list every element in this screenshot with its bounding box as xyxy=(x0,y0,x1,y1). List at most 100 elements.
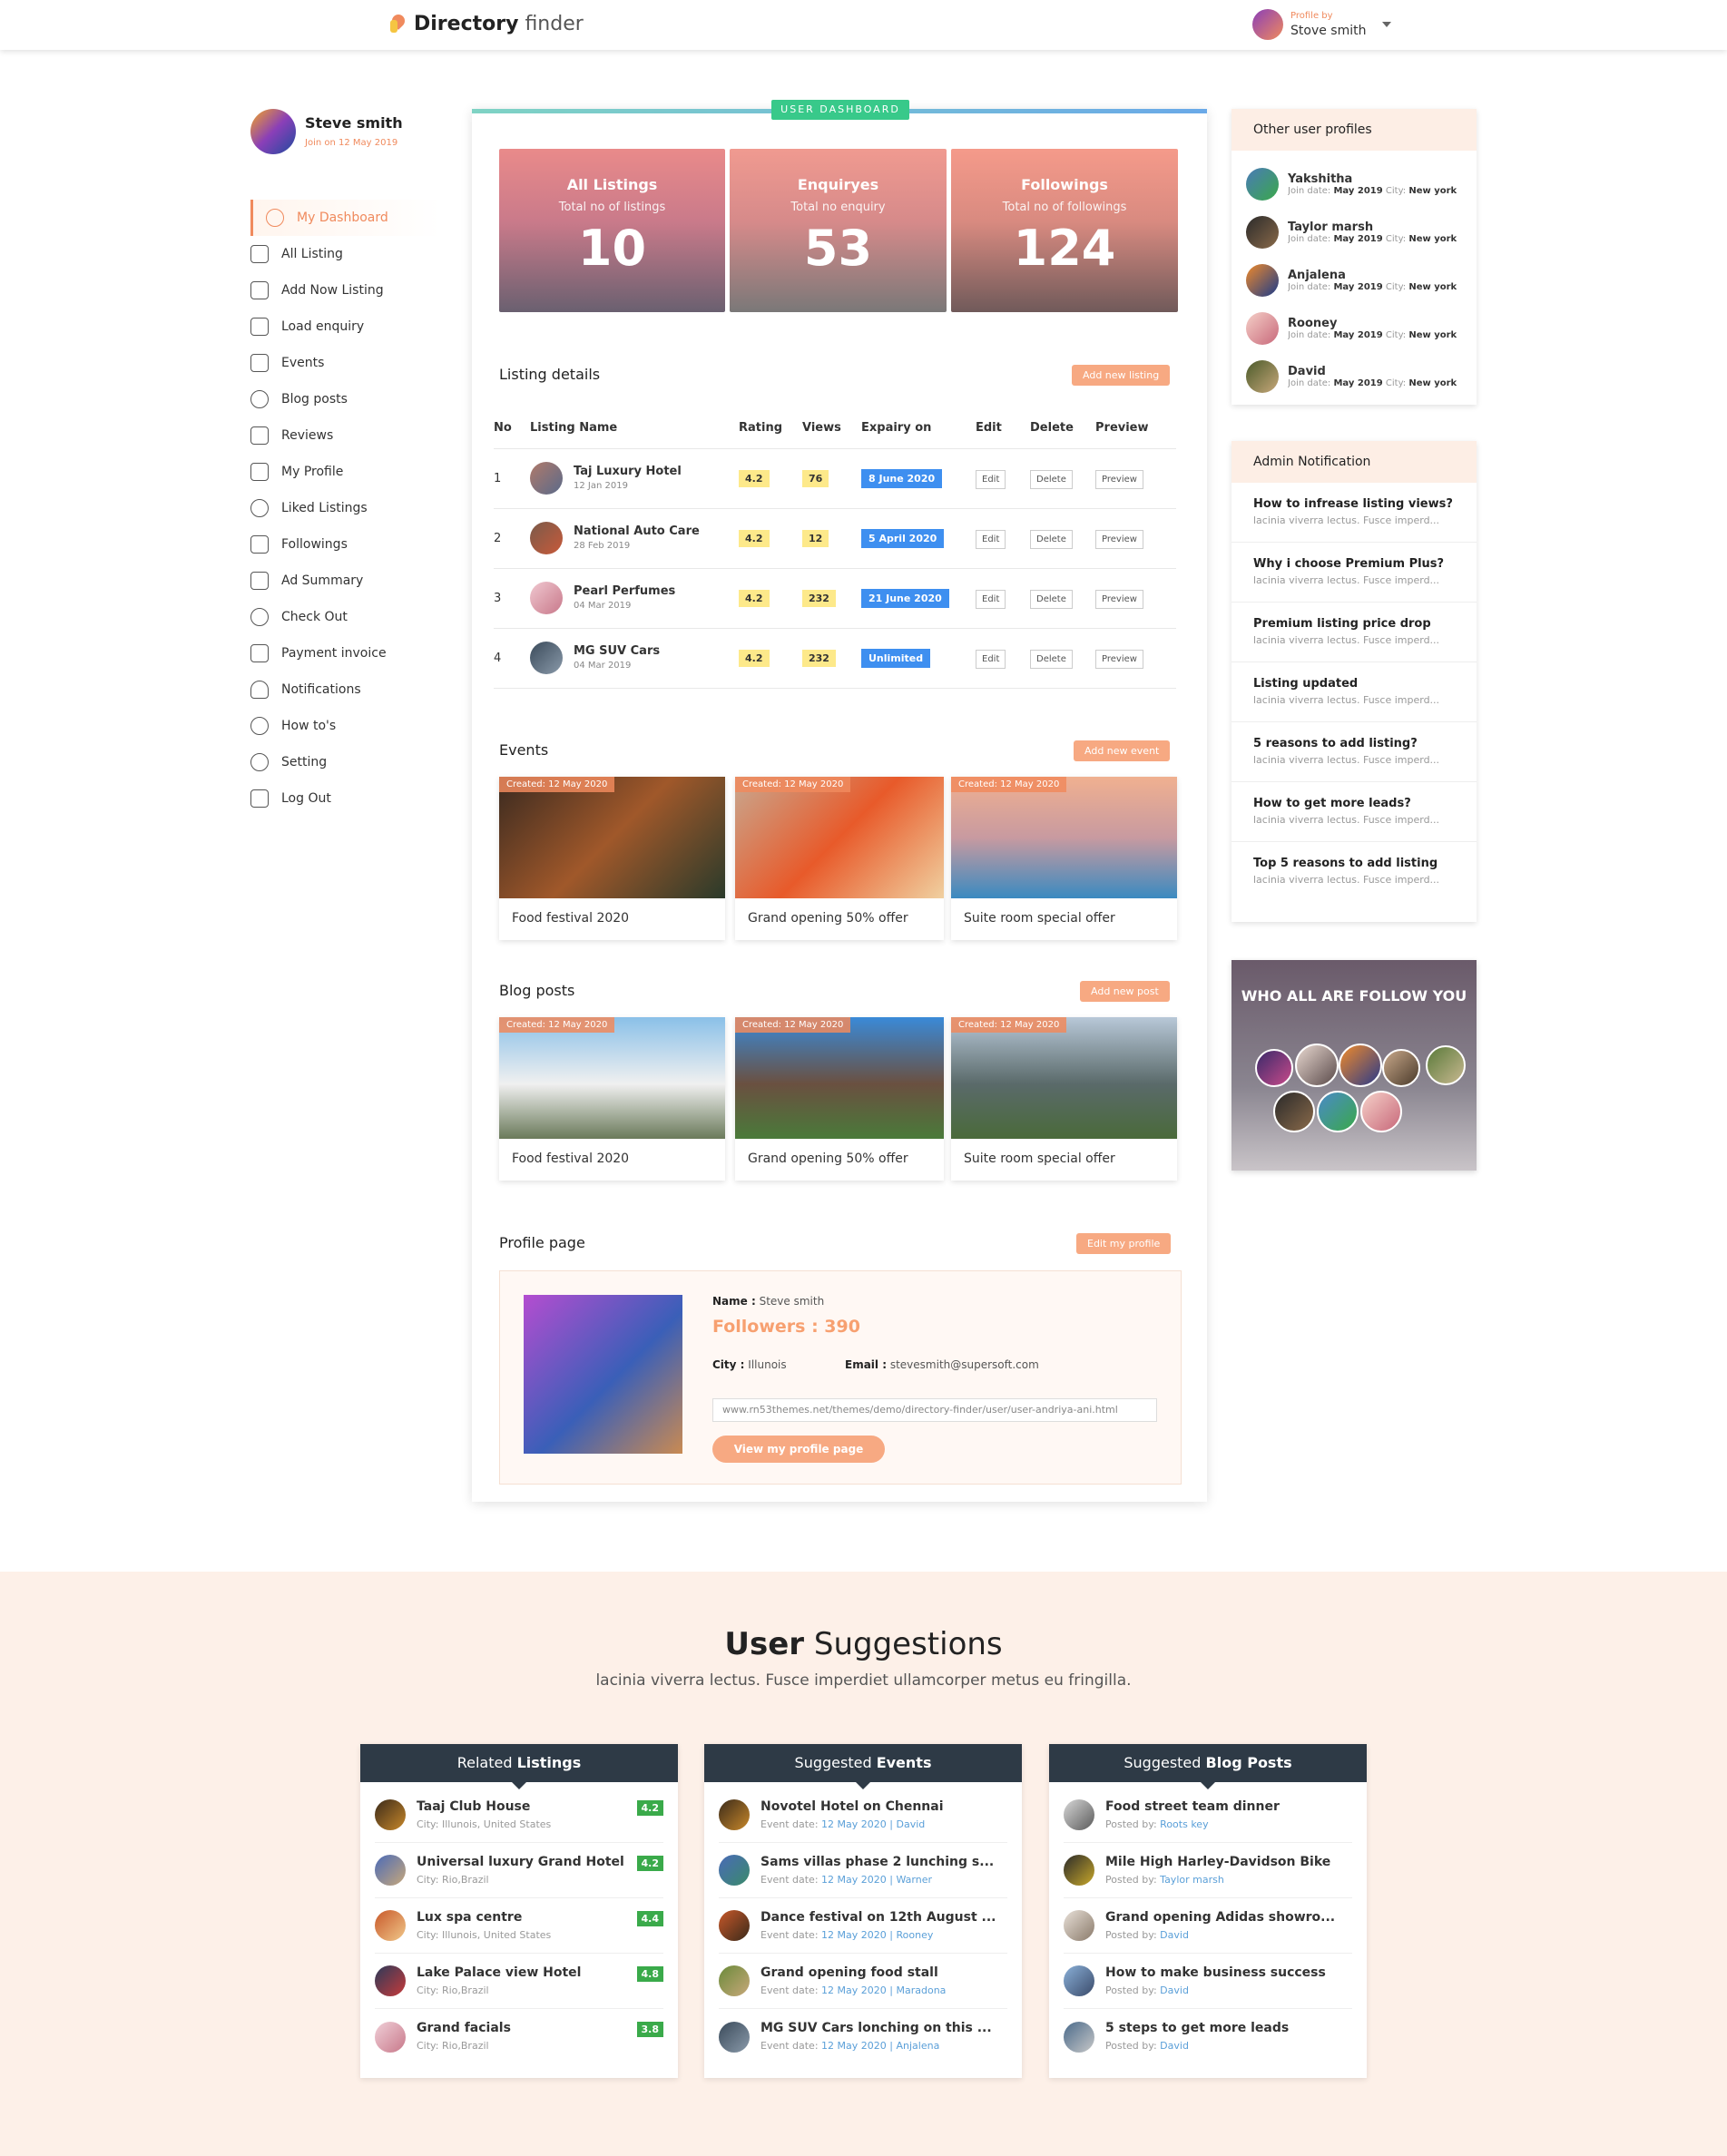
stat-followings[interactable]: Followings Total no of followings 124 xyxy=(951,149,1178,312)
event-card[interactable]: Created: 12 May 2020 Food festival 2020 xyxy=(499,777,725,940)
notification-item[interactable]: Listing updated lacinia viverra lectus. F… xyxy=(1231,662,1477,722)
admin-notification-title: Admin Notification xyxy=(1231,441,1477,483)
delete-button[interactable]: Delete xyxy=(1030,529,1073,549)
avatar xyxy=(375,2021,406,2053)
sidebar-item-load-enquiry[interactable]: Load enquiry xyxy=(250,309,441,345)
sidebar-item-notifications[interactable]: Notifications xyxy=(250,671,441,708)
sidebar-item-setting[interactable]: Setting xyxy=(250,744,441,780)
item-name: Lux spa centre xyxy=(417,1909,523,1925)
view-profile-button[interactable]: View my profile page xyxy=(712,1436,885,1463)
sidebar-item-ad-summary[interactable]: Ad Summary xyxy=(250,563,441,599)
delete-button[interactable]: Delete xyxy=(1030,469,1073,489)
sidebar-item-all-listing[interactable]: All Listing xyxy=(250,236,441,272)
listing-name[interactable]: Taj Luxury Hotel xyxy=(574,465,682,478)
preview-button[interactable]: Preview xyxy=(1095,649,1143,669)
user-profile-item[interactable]: Rooney Join date: May 2019 City: New york xyxy=(1231,304,1477,352)
list-item[interactable]: MG SUV Cars lonching on this ... Event da… xyxy=(719,2009,1007,2064)
join-value: May 2019 xyxy=(1333,233,1383,244)
notification-item[interactable]: Why i choose Premium Plus? lacinia viverr… xyxy=(1231,543,1477,603)
post-author[interactable]: Roots key xyxy=(1160,1818,1208,1830)
blog-card[interactable]: Created: 12 May 2020 Grand opening 50% o… xyxy=(735,1017,944,1181)
list-item[interactable]: Mile High Harley-Davidson Bike Posted by:… xyxy=(1064,1843,1352,1898)
item-name: Food street team dinner xyxy=(1105,1798,1280,1814)
listing-name[interactable]: MG SUV Cars xyxy=(574,644,660,658)
sidebar-item-check-out[interactable]: Check Out xyxy=(250,599,441,635)
preview-button[interactable]: Preview xyxy=(1095,589,1143,609)
stat-enquiries[interactable]: Enquiryes Total no enquiry 53 xyxy=(730,149,947,312)
sidebar-item-payment-invoice[interactable]: Payment invoice xyxy=(250,635,441,671)
sidebar-item-my-dashboard[interactable]: My Dashboard xyxy=(250,200,441,236)
list-item[interactable]: Novotel Hotel on Chennai Event date: 12 M… xyxy=(719,1788,1007,1843)
event-card[interactable]: Created: 12 May 2020 Grand opening 50% o… xyxy=(735,777,944,940)
notification-item[interactable]: Premium listing price drop lacinia viverr… xyxy=(1231,603,1477,662)
sidebar-item-liked-listings[interactable]: Liked Listings xyxy=(250,490,441,526)
sidebar-item-reviews[interactable]: Reviews xyxy=(250,417,441,454)
user-profile-item[interactable]: David Join date: May 2019 City: New york xyxy=(1231,352,1477,400)
notification-item[interactable]: How to infrease listing views? lacinia vi… xyxy=(1231,483,1477,543)
list-item[interactable]: 5 steps to get more leads Posted by: Davi… xyxy=(1064,2009,1352,2064)
post-author[interactable]: David xyxy=(1160,1929,1189,1941)
event-author[interactable]: Rooney xyxy=(896,1929,933,1941)
header-part-bold: Events xyxy=(876,1754,932,1771)
edit-button[interactable]: Edit xyxy=(976,649,1006,669)
add-new-listing-button[interactable]: Add new listing xyxy=(1072,365,1171,386)
user-profile-item[interactable]: Yakshitha Join date: May 2019 City: New y… xyxy=(1231,160,1477,208)
profile-url-field[interactable]: www.rn53themes.net/themes/demo/directory… xyxy=(712,1398,1157,1422)
sidebar-item-my-profile[interactable]: My Profile xyxy=(250,454,441,490)
suggested-events-header: Suggested Events xyxy=(704,1744,1022,1789)
join-label: Join date: xyxy=(1288,329,1331,340)
item-name: Sams villas phase 2 lunching s... xyxy=(760,1854,995,1869)
header-profile-menu[interactable]: Profile by Stove smith xyxy=(1252,9,1392,40)
preview-button[interactable]: Preview xyxy=(1095,529,1143,549)
followers-banner[interactable]: WHO ALL ARE FOLLOW YOU xyxy=(1231,960,1477,1171)
blog-card[interactable]: Created: 12 May 2020 Food festival 2020 xyxy=(499,1017,725,1181)
add-new-post-button[interactable]: Add new post xyxy=(1080,981,1170,1002)
list-item[interactable]: Lux spa centre City: Illunois, United Sta… xyxy=(375,1898,663,1954)
delete-button[interactable]: Delete xyxy=(1030,649,1073,669)
list-item[interactable]: Dance festival on 12th August ... Event d… xyxy=(719,1898,1007,1954)
profile-email-row: Email : stevesmith@supersoft.com xyxy=(845,1358,1039,1371)
list-item[interactable]: Grand facials City: Rio,Brazil 3.8 xyxy=(375,2009,663,2064)
sidebar-item-followings[interactable]: Followings xyxy=(250,526,441,563)
brand-logo[interactable]: Directory finder xyxy=(390,13,584,35)
user-profile-item[interactable]: Taylor marsh Join date: May 2019 City: Ne… xyxy=(1231,208,1477,256)
notification-item[interactable]: How to get more leads? lacinia viverra le… xyxy=(1231,782,1477,842)
listing-name[interactable]: Pearl Perfumes xyxy=(574,584,675,598)
post-author[interactable]: David xyxy=(1160,2040,1189,2052)
table-row: 2 National Auto Care 28 Feb 2019 4.2 12 5… xyxy=(494,508,1176,569)
event-card[interactable]: Created: 12 May 2020 Suite room special … xyxy=(951,777,1177,940)
notification-item[interactable]: 5 reasons to add listing? lacinia viverra… xyxy=(1231,722,1477,782)
sidebar-item-how-tos[interactable]: How to's xyxy=(250,708,441,744)
edit-profile-button[interactable]: Edit my profile xyxy=(1076,1233,1172,1254)
event-author[interactable]: Maradona xyxy=(896,1984,946,1996)
notification-item[interactable]: Top 5 reasons to add listing lacinia vive… xyxy=(1231,842,1477,902)
listing-name[interactable]: National Auto Care xyxy=(574,524,700,538)
event-author[interactable]: David xyxy=(896,1818,925,1830)
list-item[interactable]: Sams villas phase 2 lunching s... Event d… xyxy=(719,1843,1007,1898)
list-item[interactable]: Food street team dinner Posted by: Roots … xyxy=(1064,1788,1352,1843)
list-item[interactable]: Grand opening food stall Event date: 12 M… xyxy=(719,1954,1007,2009)
list-item[interactable]: Grand opening Adidas showro... Posted by:… xyxy=(1064,1898,1352,1954)
blog-card[interactable]: Created: 12 May 2020 Suite room special … xyxy=(951,1017,1177,1181)
user-profile-item[interactable]: Anjalena Join date: May 2019 City: New yo… xyxy=(1231,256,1477,304)
list-item[interactable]: Taaj Club House City: Illunois, United St… xyxy=(375,1788,663,1843)
edit-button[interactable]: Edit xyxy=(976,469,1006,489)
post-author[interactable]: Taylor marsh xyxy=(1160,1874,1224,1886)
add-new-event-button[interactable]: Add new event xyxy=(1074,740,1171,761)
list-item[interactable]: Universal luxury Grand Hotel City: Rio,Br… xyxy=(375,1843,663,1898)
col-listing-name: Listing Name xyxy=(530,408,739,449)
stat-all-listings[interactable]: All Listings Total no of listings 10 xyxy=(499,149,725,312)
event-author[interactable]: Warner xyxy=(896,1874,932,1886)
sidebar-item-add-listing[interactable]: Add Now Listing xyxy=(250,272,441,309)
preview-button[interactable]: Preview xyxy=(1095,469,1143,489)
post-author[interactable]: David xyxy=(1160,1984,1189,1996)
list-item[interactable]: Lake Palace view Hotel City: Rio,Brazil 4.… xyxy=(375,1954,663,2009)
event-author[interactable]: Anjalena xyxy=(896,2040,939,2052)
sidebar-item-blog-posts[interactable]: Blog posts xyxy=(250,381,441,417)
list-item[interactable]: How to make business success Posted by: D… xyxy=(1064,1954,1352,2009)
sidebar-item-log-out[interactable]: Log Out xyxy=(250,780,441,817)
delete-button[interactable]: Delete xyxy=(1030,589,1073,609)
sidebar-item-events[interactable]: Events xyxy=(250,345,441,381)
edit-button[interactable]: Edit xyxy=(976,589,1006,609)
edit-button[interactable]: Edit xyxy=(976,529,1006,549)
